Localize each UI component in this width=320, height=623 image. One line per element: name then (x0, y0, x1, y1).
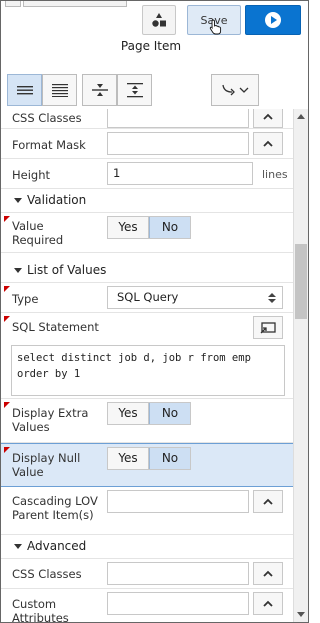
required-marker (4, 216, 10, 222)
show-common-button[interactable] (7, 74, 42, 106)
expand-all-button[interactable] (117, 74, 152, 106)
cascading-lov-picker-button[interactable] (253, 490, 283, 513)
type-select[interactable]: SQL Query (107, 286, 283, 309)
property-row-css-classes: CSS Classes (1, 109, 293, 129)
show-all-icon (51, 84, 68, 97)
property-label: CSS Classes (12, 111, 82, 125)
property-label: Type (12, 292, 39, 306)
value-required-toggle[interactable]: Yes No (107, 216, 191, 239)
property-list: CSS Classes Format Mask Height 1 lines V… (1, 109, 293, 622)
collapse-triangle-icon (14, 544, 22, 549)
property-row-advanced-css-classes: CSS Classes (1, 559, 293, 589)
sql-statement-textarea[interactable]: select distinct job d, job r from emp or… (11, 345, 285, 396)
code-editor-button[interactable] (253, 316, 283, 339)
group-header-advanced[interactable]: Advanced (1, 535, 293, 559)
hand-cursor-icon (209, 19, 222, 35)
property-label: Display Extra Values (12, 406, 89, 434)
yes-option[interactable]: Yes (108, 448, 149, 469)
yes-option[interactable]: Yes (108, 217, 149, 238)
hidden-button-stub[interactable] (5, 1, 21, 7)
property-label: Cascading LOV Parent Item(s) (12, 494, 98, 522)
open-editor-icon (260, 321, 276, 333)
shapes-icon (152, 13, 166, 27)
property-label: SQL Statement (12, 320, 99, 334)
no-option[interactable]: No (149, 403, 190, 424)
property-label: Display Null Value (12, 451, 81, 479)
no-option[interactable]: No (149, 448, 190, 469)
no-option[interactable]: No (149, 217, 190, 238)
required-marker (4, 402, 10, 408)
play-icon (265, 12, 281, 28)
go-to-group-icon (222, 84, 249, 96)
property-label: Custom Attributes (12, 597, 69, 622)
scrollbar-thumb[interactable] (295, 244, 307, 319)
yes-option[interactable]: Yes (108, 403, 149, 424)
group-header-validation[interactable]: Validation (1, 189, 293, 213)
display-null-value-toggle[interactable]: Yes No (107, 447, 191, 470)
custom-attributes-input[interactable] (107, 592, 249, 615)
property-label: Value Required (12, 219, 64, 247)
group-header-list-of-values[interactable]: List of Values (1, 259, 293, 283)
property-row-format-mask: Format Mask (1, 129, 293, 159)
chevron-up-icon (263, 570, 273, 577)
format-mask-picker-button[interactable] (253, 132, 283, 155)
scroll-down-arrow-icon[interactable] (297, 612, 305, 617)
property-row-display-null-value[interactable]: Display Null Value Yes No (1, 443, 293, 487)
hidden-button-stub[interactable] (23, 1, 127, 7)
property-label: CSS Classes (12, 567, 82, 581)
property-row-sql-statement: SQL Statement select distinct job d, job… (1, 313, 293, 399)
scroll-up-arrow-icon[interactable] (297, 114, 305, 119)
shared-components-button[interactable] (142, 5, 176, 35)
css-classes-input[interactable] (107, 109, 249, 128)
required-marker (4, 447, 10, 453)
property-row-height: Height 1 lines (1, 159, 293, 189)
css-classes-picker-button[interactable] (253, 109, 283, 128)
display-extra-values-toggle[interactable]: Yes No (107, 402, 191, 425)
property-row-display-extra-values: Display Extra Values Yes No (1, 399, 293, 443)
format-mask-input[interactable] (107, 132, 249, 155)
page-title: Page Item (120, 39, 182, 53)
group-label: List of Values (27, 263, 107, 277)
run-page-button[interactable] (245, 5, 301, 35)
property-toolbar (1, 67, 308, 109)
advanced-css-classes-picker-button[interactable] (253, 562, 283, 585)
show-all-button[interactable] (42, 74, 77, 106)
select-arrows-icon (268, 293, 276, 303)
advanced-css-classes-input[interactable] (107, 562, 249, 585)
expand-all-icon (126, 83, 143, 98)
property-label: Format Mask (12, 138, 86, 152)
type-select-value: SQL Query (117, 290, 179, 304)
custom-attributes-picker-button[interactable] (253, 592, 283, 615)
chevron-up-icon (263, 498, 273, 505)
chevron-up-icon (263, 113, 273, 120)
collapse-triangle-icon (14, 198, 22, 203)
chevron-up-icon (263, 140, 273, 147)
property-row-type: Type SQL Query (1, 283, 293, 313)
collapse-all-button[interactable] (82, 74, 117, 106)
property-row-cascading-lov: Cascading LOV Parent Item(s) (1, 487, 293, 535)
group-label: Validation (27, 193, 87, 207)
cascading-lov-input[interactable] (107, 490, 249, 513)
group-label: Advanced (27, 539, 87, 553)
property-row-value-required: Value Required Yes No (1, 213, 293, 253)
header: Save Page Item (1, 1, 308, 67)
height-input[interactable]: 1 (107, 162, 253, 185)
property-row-custom-attributes: Custom Attributes (1, 589, 293, 622)
show-common-icon (16, 86, 33, 95)
required-marker (4, 316, 10, 322)
chevron-up-icon (263, 600, 273, 607)
go-to-group-button[interactable] (211, 74, 259, 106)
property-editor-panel: Save Page Item (0, 0, 309, 623)
height-unit: lines (262, 168, 288, 181)
vertical-scrollbar[interactable] (293, 109, 308, 622)
property-label: Height (12, 168, 51, 182)
collapse-triangle-icon (14, 268, 22, 273)
collapse-all-icon (91, 84, 108, 96)
required-marker (4, 286, 10, 292)
